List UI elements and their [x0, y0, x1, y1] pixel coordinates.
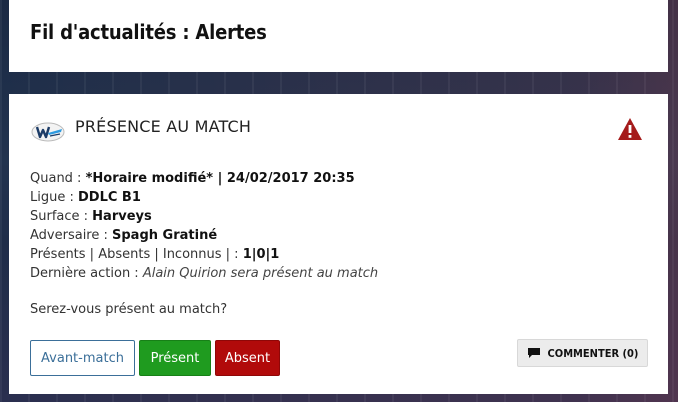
team-logo-w-icon [31, 122, 65, 142]
comment-button[interactable]: COMMENTER (0) [517, 339, 648, 367]
detail-league: Ligue : DDLC B1 [30, 190, 141, 205]
present-button[interactable]: Présent [139, 340, 211, 376]
match-presence-card: PRÉSENCE AU MATCH Quand : *Horaire modif… [9, 94, 668, 394]
comment-icon [527, 348, 540, 358]
avant-match-button[interactable]: Avant-match [30, 340, 135, 376]
absent-button[interactable]: Absent [215, 340, 280, 376]
detail-surface: Surface : Harveys [30, 209, 152, 224]
match-details: Quand : *Horaire modifié* | 24/02/2017 2… [30, 169, 378, 283]
page-title: Fil d'actualités : Alertes [30, 20, 267, 44]
counts-value: 1|0|1 [242, 247, 280, 262]
attendance-question: Serez-vous présent au match? [30, 302, 228, 317]
when-value: *Horaire modifié* | 24/02/2017 20:35 [85, 171, 355, 186]
last-action-value: Alain Quirion sera présent au match [142, 266, 379, 281]
card-title: PRÉSENCE AU MATCH [75, 117, 252, 136]
detail-when: Quand : *Horaire modifié* | 24/02/2017 2… [30, 171, 355, 186]
header-card: Fil d'actualités : Alertes [9, 0, 668, 72]
league-value: DDLC B1 [78, 190, 141, 205]
warning-triangle-icon [618, 118, 642, 140]
detail-counts: Présents | Absents | Inconnus | : 1|0|1 [30, 247, 280, 262]
comment-button-label: COMMENTER (0) [547, 346, 639, 360]
opponent-value: Spagh Gratiné [112, 228, 218, 243]
detail-opponent: Adversaire : Spagh Gratiné [30, 228, 218, 243]
detail-last-action: Dernière action : Alain Quirion sera pré… [30, 266, 379, 281]
surface-value: Harveys [92, 209, 152, 224]
